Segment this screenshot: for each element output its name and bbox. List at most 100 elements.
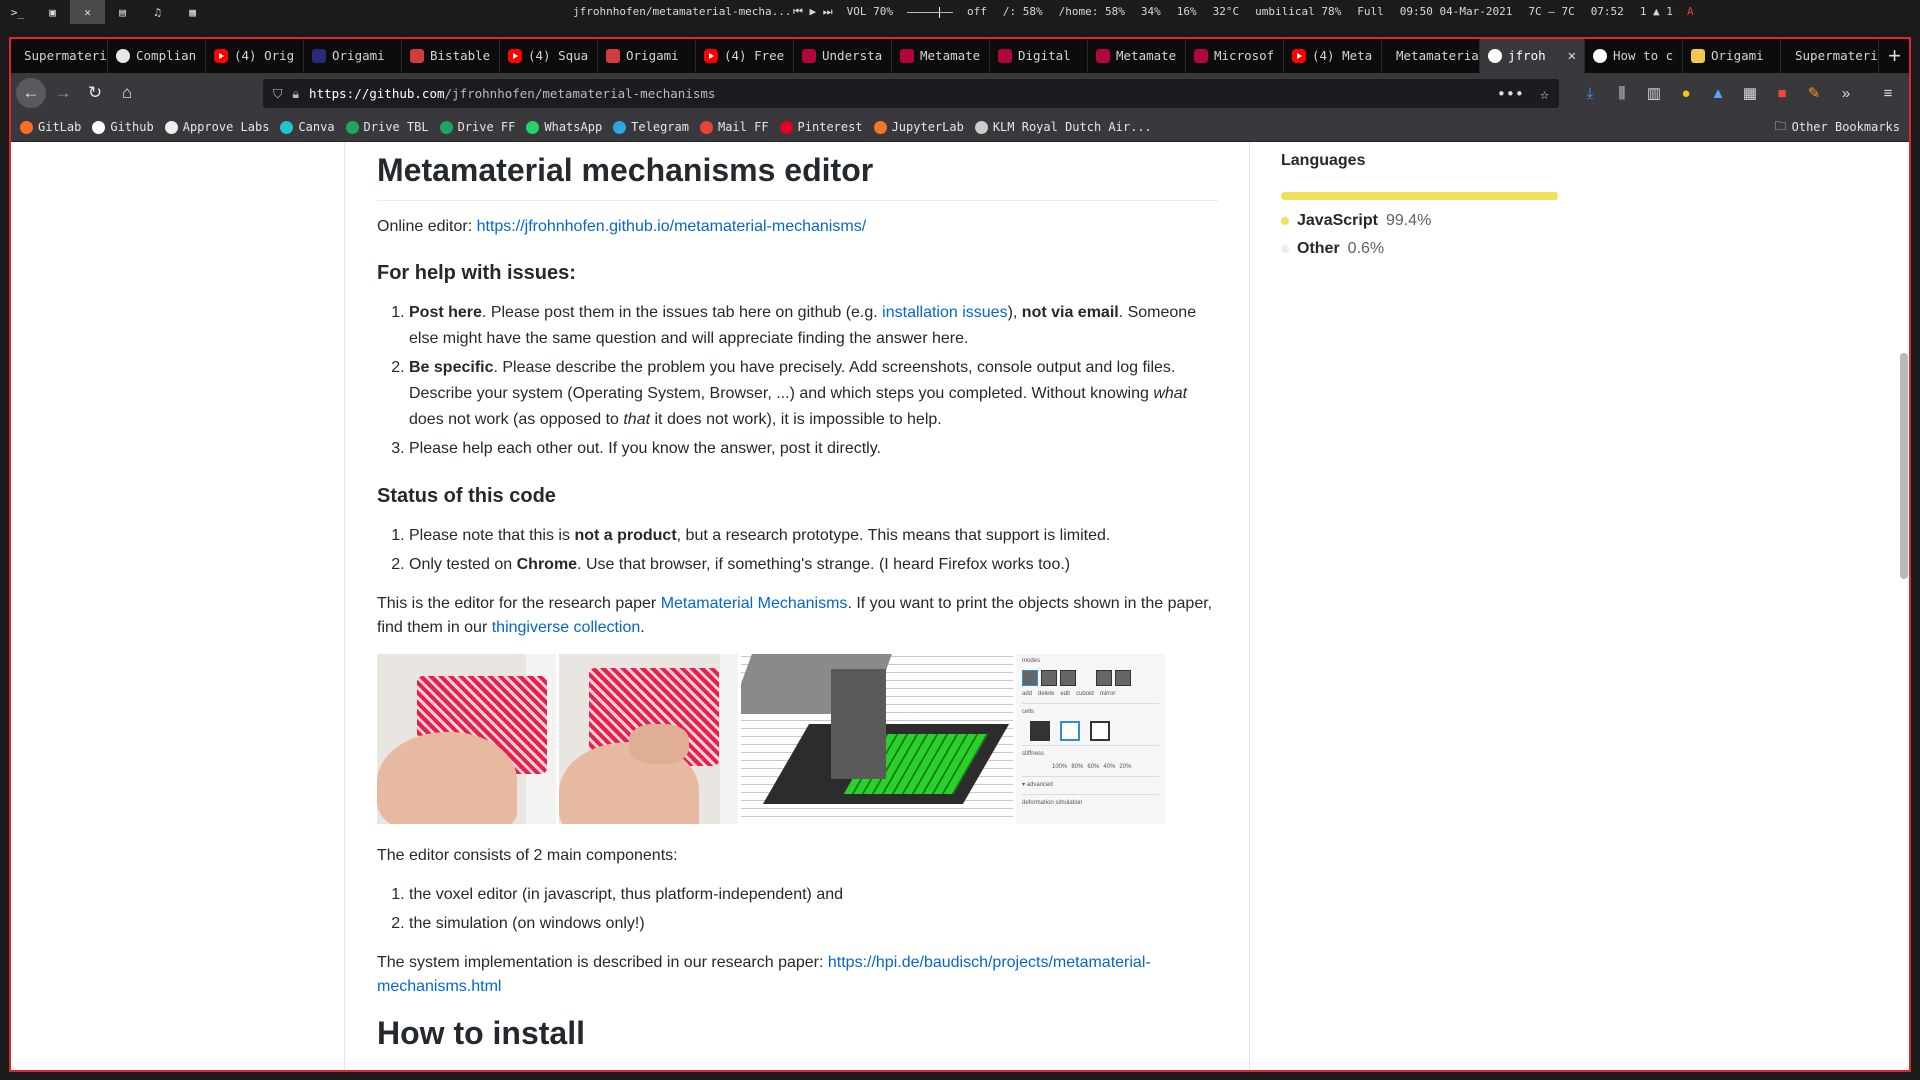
tab-7[interactable]: Origami <box>598 38 696 73</box>
youtube-favicon-icon <box>214 48 228 63</box>
help-item-bold: Be specific <box>409 359 494 376</box>
status-item: 09:50 04-Mar-2021 <box>1399 5 1513 18</box>
language-item-javascript[interactable]: JavaScript 99.4% <box>1281 212 1581 230</box>
tab-2[interactable]: Complian <box>108 38 206 73</box>
tab-19[interactable]: Supermateria <box>1781 38 1879 73</box>
forward-button[interactable]: → <box>48 78 78 108</box>
media-controls[interactable]: ⏮ ▶ ⏭ <box>793 5 833 19</box>
hamburger-menu-icon[interactable]: ≡ <box>1878 85 1898 102</box>
language-percent: 0.6% <box>1347 240 1385 257</box>
workspace-4[interactable]: ▤ <box>105 0 140 24</box>
bookmark-favicon-icon <box>345 120 359 134</box>
bookmark-star-icon[interactable]: ☆ <box>1540 85 1549 103</box>
panel-mode-label: delete <box>1038 691 1055 697</box>
tab-10[interactable]: Metamate <box>892 38 990 73</box>
tab-close-icon[interactable]: ✕ <box>1568 48 1576 64</box>
tab-11[interactable]: Digital <box>990 38 1088 73</box>
metamaterial-mechanisms-link[interactable]: Metamaterial Mechanisms <box>661 595 848 612</box>
github-page: Metamaterial mechanisms editor Online ed… <box>10 142 1910 1071</box>
download-icon[interactable]: ⤓ <box>1580 85 1600 102</box>
back-button[interactable]: ← <box>16 78 46 108</box>
implementation-paragraph: The system implementation is described i… <box>377 951 1218 999</box>
bookmark-canva[interactable]: Canva <box>280 120 335 134</box>
tab-list: Supermateria Complian (4) Orig Origami Bista… <box>10 38 1879 73</box>
tab-label: Metamate <box>1116 48 1177 63</box>
thingiverse-link[interactable]: thingiverse collection <box>492 619 641 636</box>
tab-4[interactable]: Origami <box>304 38 402 73</box>
alert-icon[interactable]: A <box>1687 5 1694 19</box>
extension-grid-icon[interactable]: ▦ <box>1740 84 1760 102</box>
overflow-chevron-icon[interactable]: » <box>1836 85 1856 102</box>
workspace-5[interactable]: ♫ <box>140 0 175 24</box>
status-item-bold: not a product <box>574 527 677 544</box>
tab-12[interactable]: Metamate <box>1088 38 1186 73</box>
panel-mode-label: cuboid <box>1076 691 1094 697</box>
youtube-favicon-icon <box>704 48 718 63</box>
page-actions-button[interactable]: ••• <box>1497 85 1524 103</box>
extension-red-icon[interactable]: ■ <box>1772 85 1792 102</box>
bookmark-drive-tbl[interactable]: Drive TBL <box>345 120 429 134</box>
home-button[interactable]: ⌂ <box>112 78 142 108</box>
new-tab-button[interactable]: + <box>1879 38 1910 73</box>
library-icon[interactable]: ⫼ <box>1612 85 1632 102</box>
tab-3[interactable]: (4) Orig <box>206 38 304 73</box>
scrollbar-thumb[interactable] <box>1900 353 1908 579</box>
volume-indicator[interactable]: VOL 70% <box>847 5 893 19</box>
tab-label: Origami <box>332 48 385 63</box>
bookmark-drive-ff[interactable]: Drive FF <box>439 120 515 134</box>
tab-17[interactable]: How to c <box>1585 38 1683 73</box>
extension-badge-icon[interactable]: ▲ <box>1708 85 1728 102</box>
bookmark-label: JupyterLab <box>891 120 964 134</box>
readme-container: Metamaterial mechanisms editor Online ed… <box>344 142 1250 1071</box>
bookmark-label: Pinterest <box>797 120 863 134</box>
panel-stiffness-values: 100% 80% 60% 40% 20% <box>1052 763 1159 772</box>
tab-6[interactable]: (4) Squa <box>500 38 598 73</box>
extension-yellow-icon[interactable]: ● <box>1676 85 1696 102</box>
lock-icon[interactable]: 🔒︎ <box>292 86 299 102</box>
photo-hand-squeeze-2 <box>559 654 738 824</box>
volume-slider[interactable] <box>907 7 954 18</box>
bookmark-telegram[interactable]: Telegram <box>613 120 689 134</box>
workspace-switcher: >_ ▣ ✕ ▤ ♫ ▦ <box>0 0 210 24</box>
teaser-figure[interactable]: modes add delete edit cuboid mirror cells st… <box>377 654 1218 824</box>
bookmark-klm-royal-dutch-air[interactable]: KLM Royal Dutch Air... <box>974 120 1152 134</box>
workspace-2[interactable]: ▣ <box>35 0 70 24</box>
tab-8[interactable]: (4) Free <box>696 38 794 73</box>
extension-pen-icon[interactable]: ✎ <box>1804 84 1824 102</box>
language-item-other[interactable]: Other 0.6% <box>1281 240 1581 258</box>
tab-18[interactable]: Origami <box>1683 38 1781 73</box>
status-list: Please note that this is not a product, … <box>377 523 1218 578</box>
components-intro: The editor consists of 2 main components… <box>377 847 678 864</box>
tab-9[interactable]: Understa <box>794 38 892 73</box>
tab-13[interactable]: Microsof <box>1186 38 1284 73</box>
workspace-1[interactable]: >_ <box>0 0 35 24</box>
shield-icon[interactable]: ⛉ <box>273 86 282 102</box>
workspace-6[interactable]: ▦ <box>175 0 210 24</box>
tab-label: Understa <box>822 48 883 63</box>
navigation-toolbar: ← → ↻ ⌂ ⛉ 🔒︎ https://github.com/jfrohnho… <box>10 73 1910 113</box>
panel-mode-label: add <box>1022 691 1033 697</box>
installation-issues-link[interactable]: installation issues <box>882 304 1007 321</box>
tab-1[interactable]: Supermateria <box>10 38 108 73</box>
bookmark-pinterest[interactable]: Pinterest <box>779 120 863 134</box>
online-editor-link[interactable]: https://jfrohnhofen.github.io/metamateri… <box>477 218 867 235</box>
reload-button[interactable]: ↻ <box>80 78 110 108</box>
tab-15[interactable]: Metamaterial <box>1382 38 1480 73</box>
tab-16[interactable]: jfroh ✕ <box>1480 38 1585 73</box>
panel-mode-label: edit <box>1060 691 1071 697</box>
bookmark-approve-labs[interactable]: Approve Labs <box>164 120 269 134</box>
bookmark-github[interactable]: Github <box>92 120 154 134</box>
sidebar-icon[interactable]: ▥ <box>1644 84 1664 102</box>
other-bookmarks-folder[interactable]: 🗀 Other Bookmarks <box>1775 117 1900 138</box>
tab-5[interactable]: Bistable <box>402 38 500 73</box>
address-bar[interactable]: ⛉ 🔒︎ https://github.com/jfrohnhofen/meta… <box>263 79 1559 108</box>
workspace-3[interactable]: ✕ <box>70 0 105 24</box>
bookmark-jupyterlab[interactable]: JupyterLab <box>873 120 964 134</box>
url-text[interactable]: https://github.com/jfrohnhofen/metamater… <box>309 86 715 101</box>
bookmark-gitlab[interactable]: GitLab <box>20 120 81 134</box>
tab-14[interactable]: (4) Meta <box>1284 38 1382 73</box>
bookmark-mail-ff[interactable]: Mail FF <box>699 120 769 134</box>
page-scrollbar[interactable] <box>1900 148 1908 1063</box>
bookmark-whatsapp[interactable]: WhatsApp <box>526 120 602 134</box>
panel-mode-cubes <box>1022 670 1159 686</box>
